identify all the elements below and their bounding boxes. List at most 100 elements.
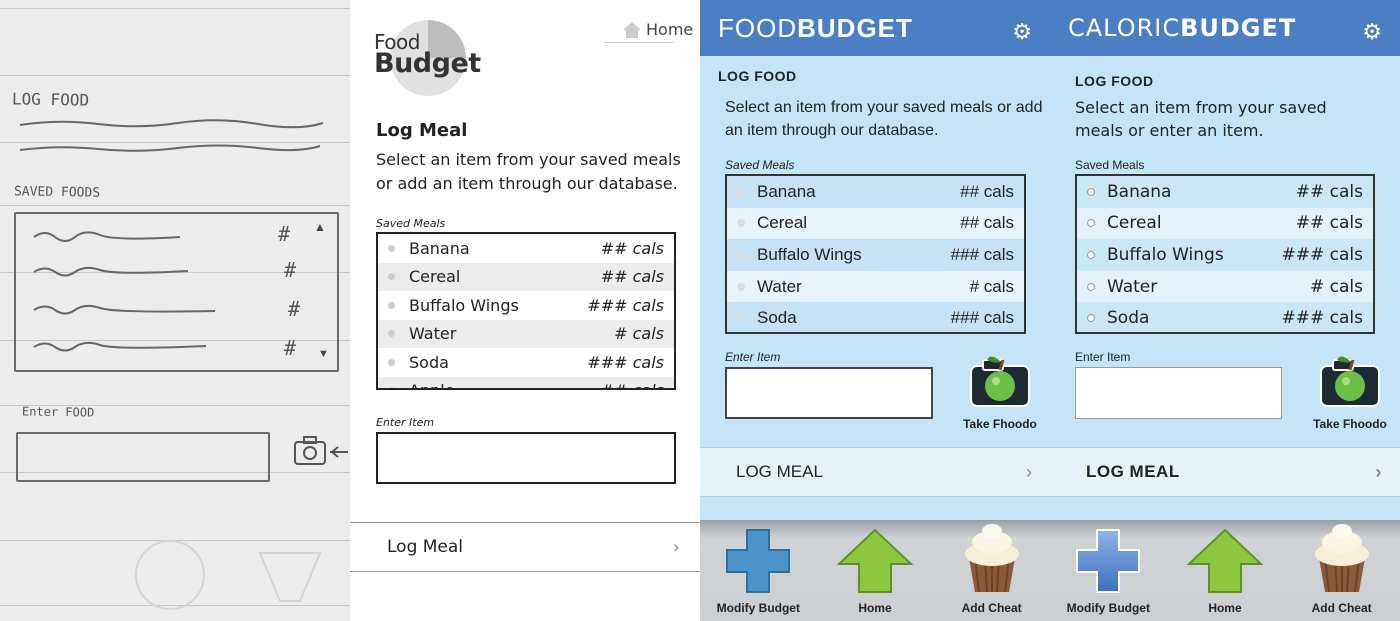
list-item[interactable]: Soda ### cals bbox=[1077, 302, 1373, 332]
item-cals: ## cals bbox=[960, 213, 1014, 233]
saved-meals-list[interactable]: Banana ## cals Cereal ## cals Buffalo Wing… bbox=[725, 174, 1026, 334]
section-title: LOG FOOD bbox=[1075, 73, 1154, 89]
sketch-hash: # bbox=[278, 222, 291, 246]
enter-item-label: Enter Item bbox=[376, 416, 435, 429]
sketch-camera-icon bbox=[294, 436, 348, 465]
cupcake-icon bbox=[964, 524, 1019, 593]
item-name: Buffalo Wings bbox=[409, 295, 519, 315]
home-link[interactable]: Home bbox=[604, 20, 694, 43]
radio-dot bbox=[1087, 219, 1095, 228]
list-item[interactable]: Buffalo Wings ### cals bbox=[378, 291, 674, 320]
list-item[interactable]: Soda ### cals bbox=[727, 302, 1024, 332]
item-cals: # cals bbox=[614, 324, 664, 344]
nav-add-cheat[interactable]: Add Cheat bbox=[937, 522, 1047, 615]
item-name: Banana bbox=[1107, 181, 1172, 202]
list-item[interactable]: Banana ## cals bbox=[1077, 176, 1373, 208]
sketch-squiggle-lines bbox=[19, 119, 324, 152]
item-cals: ### cals bbox=[587, 352, 664, 372]
camera-icon bbox=[1320, 356, 1380, 407]
list-item[interactable]: Apple## cals bbox=[378, 376, 674, 388]
list-item[interactable]: Water # cals bbox=[378, 319, 674, 348]
nav-label: Add Cheat bbox=[1311, 601, 1372, 615]
nav-label: Home bbox=[858, 601, 892, 615]
radio-dot bbox=[1087, 187, 1095, 196]
item-cals: # cals bbox=[969, 276, 1014, 296]
sketch-faint-icons bbox=[135, 540, 322, 610]
saved-meals-list[interactable]: Banana ## cals Cereal ## cals Buffalo Wing… bbox=[376, 232, 676, 390]
radio-dot bbox=[1087, 282, 1095, 291]
app-title-bold: BUDGET bbox=[1180, 14, 1297, 42]
list-item[interactable]: Buffalo Wings ### cals bbox=[1077, 239, 1373, 271]
item-name: Apple bbox=[409, 381, 601, 388]
radio-dot bbox=[388, 358, 395, 366]
nav-label: Modify Budget bbox=[716, 601, 800, 615]
list-item[interactable]: Banana ## cals bbox=[378, 234, 674, 263]
nav-home[interactable]: Home bbox=[820, 528, 930, 615]
item-cals: # cals bbox=[1310, 276, 1363, 297]
home-link-label: Home bbox=[646, 20, 694, 39]
app-header: FOOD BUDGET bbox=[700, 0, 1050, 56]
sketch-saved-foods: SAVED FOODS bbox=[13, 184, 101, 201]
log-meal-button[interactable]: LOG MEAL › bbox=[700, 447, 1050, 497]
item-cals: ## cals bbox=[960, 181, 1014, 201]
list-item[interactable]: Water # cals bbox=[727, 270, 1024, 303]
item-cals: ## cals bbox=[1295, 181, 1363, 202]
notebook-line bbox=[0, 75, 350, 76]
saved-meals-list[interactable]: Banana ## cals Cereal ## cals Buffalo Wing… bbox=[1075, 174, 1375, 334]
list-item[interactable]: Soda ### cals bbox=[378, 348, 674, 377]
app-title-bold: BUDGET bbox=[797, 12, 913, 43]
item-cals: ## cals bbox=[1295, 213, 1363, 234]
gear-icon[interactable]: ⚙ bbox=[1012, 21, 1032, 43]
nav-modify-budget[interactable]: Modify Budget bbox=[703, 528, 813, 615]
item-name: Buffalo Wings bbox=[757, 244, 862, 264]
item-name: Soda bbox=[1107, 308, 1150, 329]
app-title-light: CALORIC bbox=[1068, 14, 1181, 42]
radio-dot bbox=[737, 187, 745, 196]
log-meal-button[interactable]: LOG MEAL › bbox=[1050, 447, 1400, 497]
bottom-nav: Modify Budget Home Add Cheat bbox=[700, 520, 1050, 621]
enter-item-input[interactable] bbox=[1075, 367, 1282, 419]
sketch-list-squiggles bbox=[33, 231, 216, 352]
item-name: Soda bbox=[409, 352, 449, 372]
item-name: Cereal bbox=[757, 213, 808, 233]
item-name: Water bbox=[1107, 276, 1158, 297]
enter-item-input[interactable] bbox=[725, 367, 933, 419]
home-icon bbox=[623, 21, 641, 38]
nav-add-cheat[interactable]: Add Cheat bbox=[1287, 522, 1397, 615]
item-name: Water bbox=[409, 324, 457, 344]
radio-dot bbox=[1087, 250, 1095, 259]
take-fhoodo-button[interactable]: Take Fhoodo bbox=[1302, 350, 1398, 431]
item-cals: ### cals bbox=[950, 244, 1014, 264]
section-title: LOG FOOD bbox=[718, 68, 797, 84]
list-item[interactable]: Cereal ## cals bbox=[378, 262, 674, 291]
home-arrow-icon bbox=[836, 528, 914, 593]
item-name: Water bbox=[757, 276, 802, 296]
nav-label: Modify Budget bbox=[1066, 601, 1150, 615]
foodbudget-mockup-panel: FOOD BUDGET ⚙ LOG FOOD Select an item fro… bbox=[700, 0, 1050, 621]
list-item[interactable]: Water # cals bbox=[1077, 270, 1373, 303]
nav-home[interactable]: Home bbox=[1170, 528, 1280, 615]
radio-dot bbox=[1087, 314, 1095, 323]
gear-icon[interactable]: ⚙ bbox=[1362, 21, 1382, 43]
sketch-input-box bbox=[16, 432, 270, 482]
saved-meals-label: Saved Meals bbox=[376, 217, 446, 230]
nav-label: Home bbox=[1208, 601, 1242, 615]
sketch-enter-food: Enter FOOD bbox=[21, 404, 95, 420]
list-item[interactable]: Banana ## cals bbox=[727, 176, 1024, 208]
nav-modify-budget[interactable]: Modify Budget bbox=[1053, 528, 1163, 615]
saved-meals-label: Saved Meals bbox=[725, 158, 795, 172]
enter-item-label: Enter Item bbox=[1075, 350, 1131, 364]
item-name: Soda bbox=[757, 308, 797, 328]
take-fhoodo-button[interactable]: Take Fhoodo bbox=[952, 350, 1048, 431]
list-item[interactable]: Cereal ## cals bbox=[1077, 207, 1373, 240]
wireframe-panel: Food Budget Home Log Meal Select an item… bbox=[350, 0, 700, 621]
list-item[interactable]: Buffalo Wings ### cals bbox=[727, 239, 1024, 271]
sketch-panel: LOG FOOD SAVED FOODS # # # # ▲ ▼ Enter F… bbox=[0, 0, 350, 621]
enter-item-input[interactable] bbox=[376, 432, 676, 484]
log-meal-button[interactable]: Log Meal › bbox=[350, 522, 700, 572]
chevron-right-icon: › bbox=[1026, 461, 1032, 482]
list-item[interactable]: Cereal ## cals bbox=[727, 207, 1024, 240]
radio-dot bbox=[737, 219, 745, 228]
chevron-right-icon: › bbox=[1375, 461, 1382, 482]
section-description: Select an item from your saved meals or … bbox=[1075, 98, 1327, 140]
